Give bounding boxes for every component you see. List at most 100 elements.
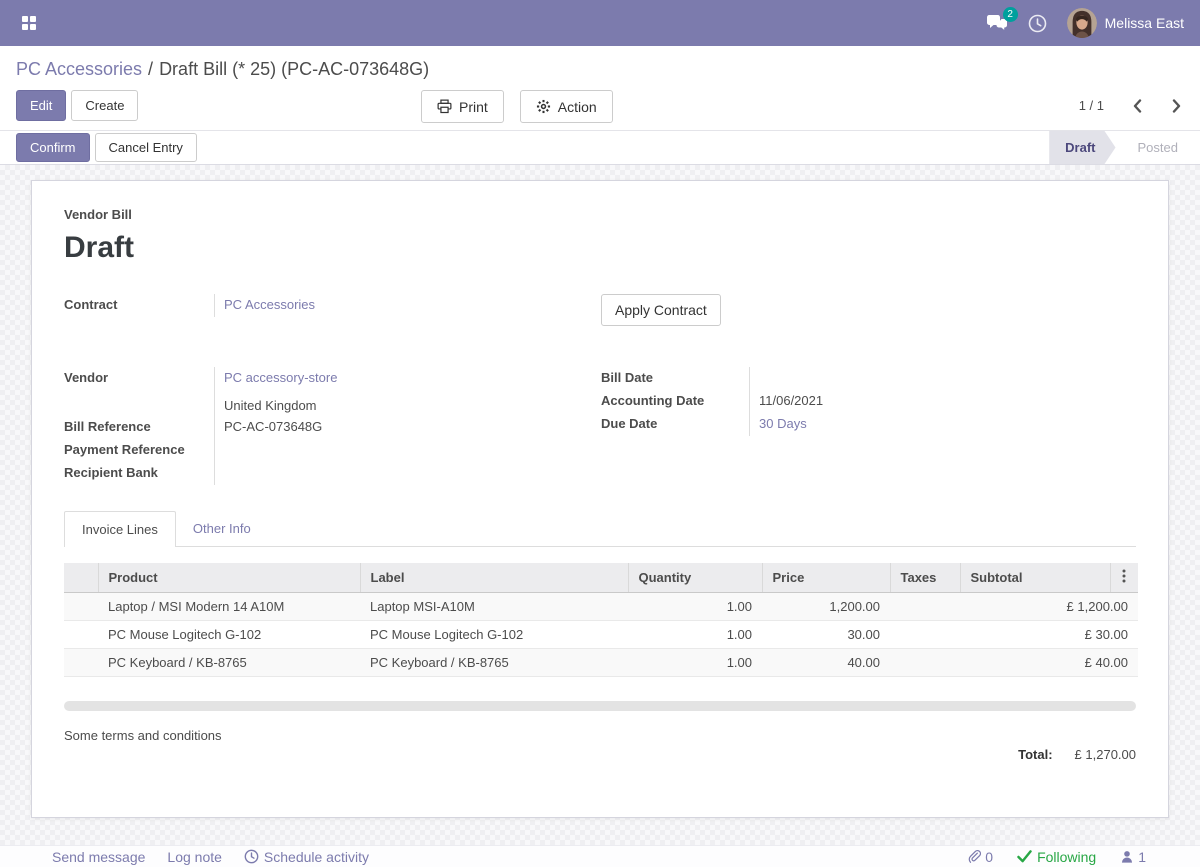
subtotal-column-header[interactable]: Subtotal: [960, 563, 1110, 593]
apps-menu-button[interactable]: [16, 10, 42, 36]
table-row[interactable]: Laptop / MSI Modern 14 A10M Laptop MSI-A…: [64, 593, 1138, 621]
label-cell[interactable]: PC Mouse Logitech G-102: [360, 621, 628, 649]
pager-previous-button[interactable]: [1130, 97, 1144, 115]
create-button[interactable]: Create: [71, 90, 138, 121]
status-step-draft[interactable]: Draft: [1049, 131, 1115, 164]
chatter-actions: Send message Log note Schedule activity: [52, 849, 369, 865]
terms-and-conditions: Some terms and conditions: [64, 728, 1136, 743]
price-cell[interactable]: 30.00: [762, 621, 890, 649]
fields-right-column: Bill Date Accounting Date 11/06/2021 Due…: [601, 367, 1136, 436]
label-column-header[interactable]: Label: [360, 563, 628, 593]
pager-next-button[interactable]: [1170, 97, 1184, 115]
confirm-button[interactable]: Confirm: [16, 133, 90, 162]
vendor-value: PC accessory-store United Kingdom: [214, 367, 601, 416]
breadcrumb-parent-link[interactable]: PC Accessories: [16, 59, 142, 79]
taxes-cell[interactable]: [890, 649, 960, 677]
subtotal-cell[interactable]: £ 30.00: [960, 621, 1138, 649]
breadcrumb-current: Draft Bill (* 25) (PC-AC-073648G): [159, 59, 429, 79]
product-cell[interactable]: PC Keyboard / KB-8765: [98, 649, 360, 677]
vendor-link[interactable]: PC accessory-store: [224, 370, 337, 385]
quantity-cell[interactable]: 1.00: [628, 593, 762, 621]
due-date-field: Due Date 30 Days: [601, 413, 1136, 436]
followers-count: 1: [1138, 849, 1146, 865]
label-cell[interactable]: Laptop MSI-A10M: [360, 593, 628, 621]
log-note-button[interactable]: Log note: [167, 849, 222, 865]
tab-other-info[interactable]: Other Info: [176, 511, 268, 546]
form-statusbar: Confirm Cancel Entry Draft Posted: [0, 131, 1200, 165]
attachments-button[interactable]: 0: [967, 849, 993, 865]
handle-column-header: [64, 563, 98, 593]
due-date-value: 30 Days: [749, 413, 1136, 436]
table-row[interactable]: PC Mouse Logitech G-102 PC Mouse Logitec…: [64, 621, 1138, 649]
user-menu[interactable]: Melissa East: [1067, 8, 1184, 38]
chatter-toolbar: Send message Log note Schedule activity …: [0, 845, 1200, 867]
fields-section: Vendor PC accessory-store United Kingdom…: [64, 367, 1136, 485]
accounting-date-field: Accounting Date 11/06/2021: [601, 390, 1136, 413]
contract-link[interactable]: PC Accessories: [224, 297, 315, 312]
optional-columns-header: [1110, 563, 1138, 593]
row-handle-cell: [64, 593, 98, 621]
recipient-bank-field: Recipient Bank: [64, 462, 601, 485]
subtotal-cell[interactable]: £ 1,200.00: [960, 593, 1138, 621]
contract-label: Contract: [64, 294, 214, 317]
table-row[interactable]: PC Keyboard / KB-8765 PC Keyboard / KB-8…: [64, 649, 1138, 677]
bill-date-field: Bill Date: [601, 367, 1136, 390]
product-column-header[interactable]: Product: [98, 563, 360, 593]
following-button[interactable]: Following: [1017, 849, 1096, 865]
document-sheet: Vendor Bill Draft Contract PC Accessorie…: [31, 180, 1169, 818]
table-header-row: Product Label Quantity Price Taxes Subto…: [64, 563, 1138, 593]
vertical-dots-icon: [1122, 569, 1126, 583]
taxes-cell[interactable]: [890, 621, 960, 649]
status-step-posted[interactable]: Posted: [1116, 131, 1200, 164]
person-icon: [1120, 849, 1134, 864]
check-icon: [1017, 850, 1032, 863]
due-date-label: Due Date: [601, 413, 749, 436]
following-label: Following: [1037, 849, 1096, 865]
quantity-cell[interactable]: 1.00: [628, 649, 762, 677]
print-button[interactable]: Print: [421, 90, 504, 123]
price-cell[interactable]: 40.00: [762, 649, 890, 677]
status-pipeline: Draft Posted: [1049, 131, 1200, 164]
chevron-right-icon: [1172, 99, 1182, 113]
apply-contract-button[interactable]: Apply Contract: [601, 294, 721, 326]
label-cell[interactable]: PC Keyboard / KB-8765: [360, 649, 628, 677]
action-button[interactable]: Action: [520, 90, 613, 123]
schedule-activity-button[interactable]: Schedule activity: [244, 849, 369, 865]
taxes-column-header[interactable]: Taxes: [890, 563, 960, 593]
edit-create-group: Edit Create: [16, 90, 138, 121]
table-horizontal-scrollbar[interactable]: [64, 701, 1136, 711]
price-cell[interactable]: 1,200.00: [762, 593, 890, 621]
taxes-cell[interactable]: [890, 593, 960, 621]
send-message-button[interactable]: Send message: [52, 849, 145, 865]
fields-left-column: Vendor PC accessory-store United Kingdom…: [64, 367, 601, 485]
followers-button[interactable]: 1: [1120, 849, 1146, 865]
optional-columns-button[interactable]: [1122, 569, 1126, 586]
contract-field: Contract PC Accessories: [64, 294, 601, 317]
vendor-label: Vendor: [64, 367, 214, 416]
price-column-header[interactable]: Price: [762, 563, 890, 593]
edit-button[interactable]: Edit: [16, 90, 66, 121]
product-cell[interactable]: PC Mouse Logitech G-102: [98, 621, 360, 649]
printer-icon: [437, 99, 452, 114]
quantity-cell[interactable]: 1.00: [628, 621, 762, 649]
apps-grid-icon: [22, 16, 36, 30]
accounting-date-value: 11/06/2021: [749, 390, 1136, 413]
statusbar-buttons: Confirm Cancel Entry: [16, 133, 197, 162]
product-cell[interactable]: Laptop / MSI Modern 14 A10M: [98, 593, 360, 621]
payment-reference-label: Payment Reference: [64, 439, 214, 462]
clock-icon: [1028, 14, 1047, 33]
breadcrumb-separator: /: [148, 59, 153, 79]
subtotal-cell[interactable]: £ 40.00: [960, 649, 1138, 677]
paperclip-icon: [967, 849, 981, 864]
activities-button[interactable]: [1028, 14, 1047, 33]
print-action-group: Print Action: [421, 90, 613, 123]
contract-section: Contract PC Accessories Apply Contract: [64, 294, 1136, 326]
messages-button[interactable]: 2: [986, 14, 1008, 32]
quantity-column-header[interactable]: Quantity: [628, 563, 762, 593]
bill-reference-field: Bill Reference PC-AC-073648G: [64, 416, 601, 439]
due-date-link[interactable]: 30 Days: [759, 416, 807, 431]
gear-icon: [536, 99, 551, 114]
recipient-bank-value: [214, 462, 601, 485]
tab-invoice-lines[interactable]: Invoice Lines: [64, 511, 176, 547]
cancel-entry-button[interactable]: Cancel Entry: [95, 133, 197, 162]
